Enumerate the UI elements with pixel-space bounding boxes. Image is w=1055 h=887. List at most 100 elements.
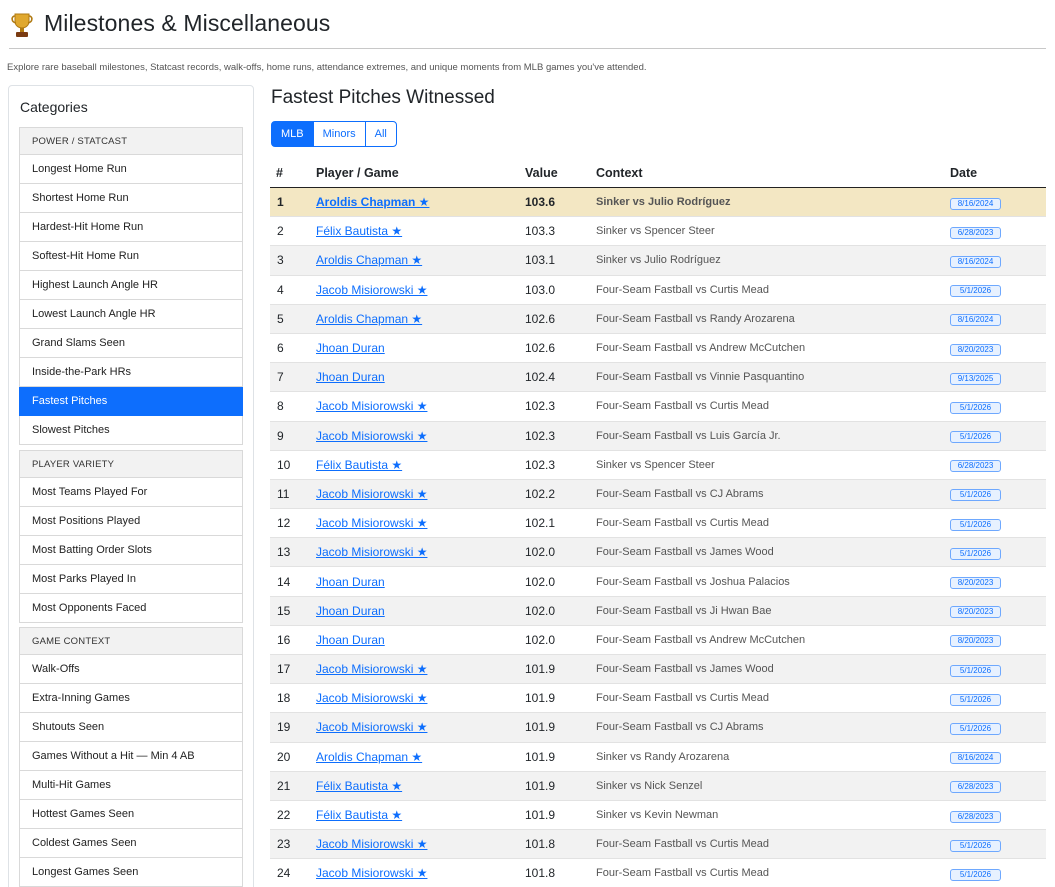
sidebar-item-longest-home-run[interactable]: Longest Home Run: [19, 155, 243, 184]
date-cell: 5/1/2026: [950, 516, 1046, 531]
player-link[interactable]: Jacob Misiorowski ★: [316, 399, 427, 413]
rank-cell: 11: [277, 486, 290, 501]
sidebar-item-most-positions-played[interactable]: Most Positions Played: [19, 507, 243, 536]
date-cell: 5/1/2026: [950, 866, 1046, 881]
player-cell: Jacob Misiorowski ★: [316, 545, 525, 559]
player-cell: Jhoan Duran: [316, 341, 525, 355]
sidebar-item-most-batting-order-slots[interactable]: Most Batting Order Slots: [19, 536, 243, 565]
filter-mlb-button[interactable]: MLB: [271, 121, 314, 147]
value-cell: 102.1: [525, 516, 556, 531]
sidebar-item-extra-inning-games[interactable]: Extra-Inning Games: [19, 684, 243, 713]
sidebar-item-walk-offs[interactable]: Walk-Offs: [19, 655, 243, 684]
player-link[interactable]: Jacob Misiorowski ★: [316, 691, 427, 705]
sidebar-item-inside-the-park-hrs[interactable]: Inside-the-Park HRs: [19, 358, 243, 387]
player-link[interactable]: Félix Bautista ★: [316, 808, 402, 822]
player-link[interactable]: Jacob Misiorowski ★: [316, 720, 427, 734]
column-header-date[interactable]: Date: [950, 158, 1046, 187]
player-link[interactable]: Jacob Misiorowski ★: [316, 487, 427, 501]
table-row: 4 Jacob Misiorowski ★ 103.0 Four-Seam Fastb…: [270, 275, 1046, 305]
player-link[interactable]: Jacob Misiorowski ★: [316, 429, 427, 443]
sidebar-item-most-parks-played-in[interactable]: Most Parks Played In: [19, 565, 243, 594]
table-row: 17 Jacob Misiorowski ★ 101.9 Four-Seam Fast…: [270, 655, 1046, 685]
date-badge: 5/1/2026: [950, 664, 1001, 677]
table-row: 10 Félix Bautista ★ 102.3 Sinker vs Spencer…: [270, 450, 1046, 480]
date-cell: 5/1/2026: [950, 428, 1046, 444]
sidebar-item-fastest-pitches[interactable]: Fastest Pitches: [19, 387, 243, 416]
sidebar-item-longest-games-seen[interactable]: Longest Games Seen: [19, 858, 243, 887]
date-cell: 8/20/2023: [950, 632, 1046, 648]
table-row: 19 Jacob Misiorowski ★ 101.9 Four-Seam Fast…: [270, 713, 1046, 743]
value-cell: 102.0: [525, 632, 556, 647]
player-link[interactable]: Aroldis Chapman ★: [316, 312, 422, 326]
player-link[interactable]: Jacob Misiorowski ★: [316, 866, 427, 880]
date-badge: 6/28/2023: [950, 460, 1001, 473]
sidebar-item-lowest-launch-angle-hr[interactable]: Lowest Launch Angle HR: [19, 300, 243, 329]
rank-cell: 9: [277, 428, 284, 443]
player-link[interactable]: Aroldis Chapman ★: [316, 253, 422, 267]
player-link[interactable]: Aroldis Chapman ★: [316, 195, 429, 209]
column-header-value[interactable]: Value: [525, 158, 596, 187]
table-row: 3 Aroldis Chapman ★ 103.1 Sinker vs Julio R…: [270, 246, 1046, 276]
context-cell: Four-Seam Fastball vs Vinnie Pasquantino: [596, 371, 805, 384]
table-row: 5 Aroldis Chapman ★ 102.6 Four-Seam Fastbal…: [270, 304, 1046, 334]
sidebar-item-shutouts-seen[interactable]: Shutouts Seen: [19, 713, 243, 742]
player-link[interactable]: Aroldis Chapman ★: [316, 750, 422, 764]
player-link[interactable]: Félix Bautista ★: [316, 779, 402, 793]
player-link[interactable]: Jhoan Duran: [316, 604, 385, 618]
rank-cell: 4: [277, 282, 284, 297]
context-cell: Sinker vs Kevin Newman: [596, 809, 719, 822]
player-link[interactable]: Jacob Misiorowski ★: [316, 283, 427, 297]
sidebar-item-slowest-pitches[interactable]: Slowest Pitches: [19, 416, 243, 445]
column-header-rank[interactable]: #: [270, 158, 316, 187]
context-cell: Four-Seam Fastball vs Curtis Mead: [596, 838, 769, 851]
player-link[interactable]: Jacob Misiorowski ★: [316, 545, 427, 559]
player-link[interactable]: Jhoan Duran: [316, 575, 385, 589]
table-row: 12 Jacob Misiorowski ★ 102.1 Four-Seam Fast…: [270, 509, 1046, 539]
sidebar-item-multi-hit-games[interactable]: Multi-Hit Games: [19, 771, 243, 800]
date-badge: 8/20/2023: [950, 577, 1001, 590]
rank-cell: 6: [277, 341, 284, 356]
column-header-player[interactable]: Player / Game: [316, 158, 525, 187]
sidebar-item-most-teams-played-for[interactable]: Most Teams Played For: [19, 478, 243, 507]
value-cell: 103.6: [525, 195, 556, 210]
date-cell: 8/16/2024: [950, 253, 1046, 268]
player-link[interactable]: Jacob Misiorowski ★: [316, 837, 427, 851]
fastest-pitches-table: # Player / Game Value Context Date 1 Arol…: [270, 158, 1046, 887]
date-cell: 8/16/2024: [950, 749, 1046, 765]
filter-all-button[interactable]: All: [364, 121, 397, 147]
date-badge: 5/1/2026: [950, 839, 1001, 852]
sidebar-item-most-opponents-faced[interactable]: Most Opponents Faced: [19, 594, 243, 623]
player-cell: Jacob Misiorowski ★: [316, 837, 525, 851]
player-link[interactable]: Félix Bautista ★: [316, 458, 402, 472]
player-link[interactable]: Jhoan Duran: [316, 341, 385, 355]
date-badge: 8/16/2024: [950, 752, 1001, 765]
value-cell: 102.6: [525, 311, 556, 326]
date-cell: 6/28/2023: [950, 457, 1046, 473]
table-row: 16 Jhoan Duran 102.0 Four-Seam Fastball vs …: [270, 625, 1046, 655]
player-link[interactable]: Jhoan Duran: [316, 370, 385, 384]
date-badge: 6/28/2023: [950, 781, 1001, 794]
player-cell: Aroldis Chapman ★: [316, 195, 525, 209]
date-badge: 6/28/2023: [950, 226, 1001, 239]
date-cell: 6/28/2023: [950, 224, 1046, 239]
sidebar-item-hardest-hit-home-run[interactable]: Hardest-Hit Home Run: [19, 213, 243, 242]
context-cell: Four-Seam Fastball vs Andrew McCutchen: [596, 633, 806, 646]
context-cell: Sinker vs Julio Rodríguez: [596, 254, 721, 267]
player-link[interactable]: Félix Bautista ★: [316, 224, 402, 238]
sidebar-item-shortest-home-run[interactable]: Shortest Home Run: [19, 184, 243, 213]
sidebar-item-highest-launch-angle-hr[interactable]: Highest Launch Angle HR: [19, 271, 243, 300]
sidebar-item-coldest-games-seen[interactable]: Coldest Games Seen: [19, 829, 243, 858]
player-cell: Aroldis Chapman ★: [316, 750, 525, 764]
column-header-context[interactable]: Context: [596, 158, 950, 187]
player-link[interactable]: Jacob Misiorowski ★: [316, 516, 427, 530]
table-row: 21 Félix Bautista ★ 101.9 Sinker vs Nick Se…: [270, 771, 1046, 801]
sidebar-item-softest-hit-home-run[interactable]: Softest-Hit Home Run: [19, 242, 243, 271]
sidebar-item-hottest-games-seen[interactable]: Hottest Games Seen: [19, 800, 243, 829]
date-badge: 8/20/2023: [950, 635, 1001, 648]
player-link[interactable]: Jacob Misiorowski ★: [316, 662, 427, 676]
rank-cell: 12: [277, 516, 291, 531]
player-link[interactable]: Jhoan Duran: [316, 633, 385, 647]
sidebar-item-games-without-a-hit[interactable]: Games Without a Hit — Min 4 AB: [19, 742, 243, 771]
filter-minors-button[interactable]: Minors: [312, 121, 366, 147]
sidebar-item-grand-slams-seen[interactable]: Grand Slams Seen: [19, 329, 243, 358]
